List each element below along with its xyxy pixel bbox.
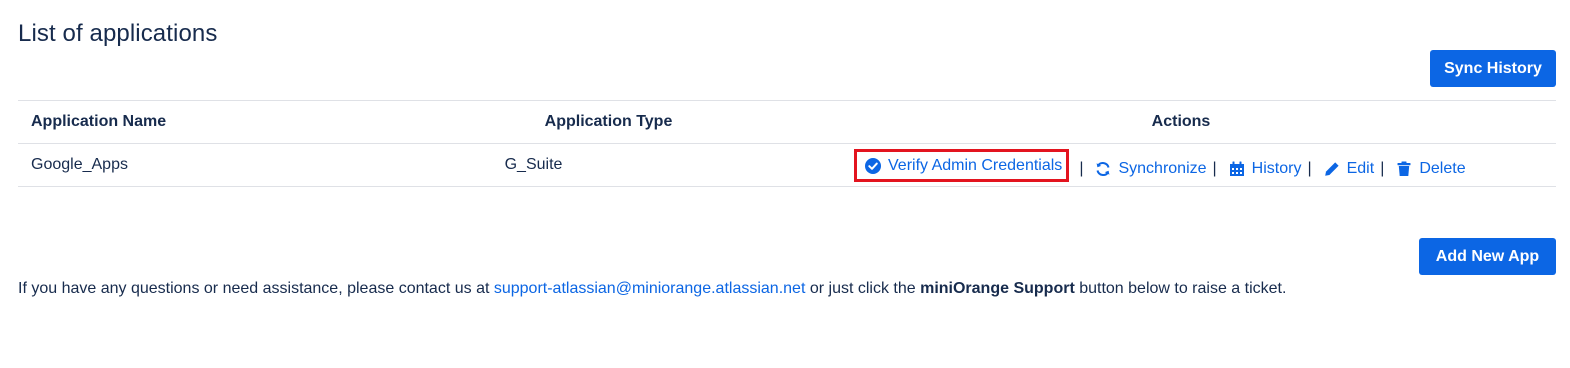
table-row: Google_Apps G_Suite Verify Admin Credent… <box>18 144 1556 187</box>
synchronize-link[interactable]: Synchronize <box>1095 160 1207 178</box>
verify-label: Verify Admin Credentials <box>888 156 1063 174</box>
support-message-suffix: button below to raise a ticket. <box>1074 280 1287 297</box>
page-title: List of applications <box>18 20 218 47</box>
delete-label: Delete <box>1419 160 1466 178</box>
history-link[interactable]: History <box>1229 160 1302 178</box>
calendar-icon <box>1229 161 1244 177</box>
header-actions: Actions <box>1151 113 1211 130</box>
support-message-bold: miniOrange Support <box>920 280 1075 297</box>
action-separator: | <box>1212 160 1217 178</box>
verify-highlight-box: Verify Admin Credentials <box>854 148 1070 182</box>
sync-history-button[interactable]: Sync History <box>1430 50 1556 87</box>
support-message-middle: or just click the <box>805 280 921 297</box>
action-separator: | <box>1380 160 1385 178</box>
add-new-app-button[interactable]: Add New App <box>1419 238 1556 275</box>
delete-link[interactable]: Delete <box>1396 160 1466 178</box>
support-email-link[interactable]: support-atlassian@miniorange.atlassian.n… <box>494 280 806 297</box>
application-name-cell: Google_Apps <box>31 156 128 173</box>
verify-admin-credentials-link[interactable]: Verify Admin Credentials <box>865 157 1062 175</box>
support-message: If you have any questions or need assist… <box>18 280 1286 298</box>
header-application-type: Application Type <box>544 113 673 130</box>
action-separator: | <box>1307 160 1312 178</box>
pencil-icon <box>1324 162 1339 177</box>
edit-label: Edit <box>1346 160 1375 178</box>
trash-icon <box>1397 161 1411 177</box>
history-label: History <box>1251 160 1302 178</box>
actions-cell: Verify Admin Credentials | Synchronize | <box>806 144 1556 187</box>
synchronize-label: Synchronize <box>1118 160 1207 178</box>
edit-link[interactable]: Edit <box>1324 160 1375 178</box>
check-circle-icon <box>865 157 881 174</box>
application-type-cell: G_Suite <box>504 156 563 173</box>
page: List of applications Sync History Applic… <box>0 0 1570 368</box>
table-header-row: Application Name Application Type Action… <box>18 100 1556 144</box>
sync-icon <box>1096 162 1110 177</box>
support-message-prefix: If you have any questions or need assist… <box>18 280 494 297</box>
applications-table: Application Name Application Type Action… <box>18 100 1556 187</box>
action-separator: | <box>1079 160 1084 178</box>
header-application-name: Application Name <box>31 113 167 130</box>
